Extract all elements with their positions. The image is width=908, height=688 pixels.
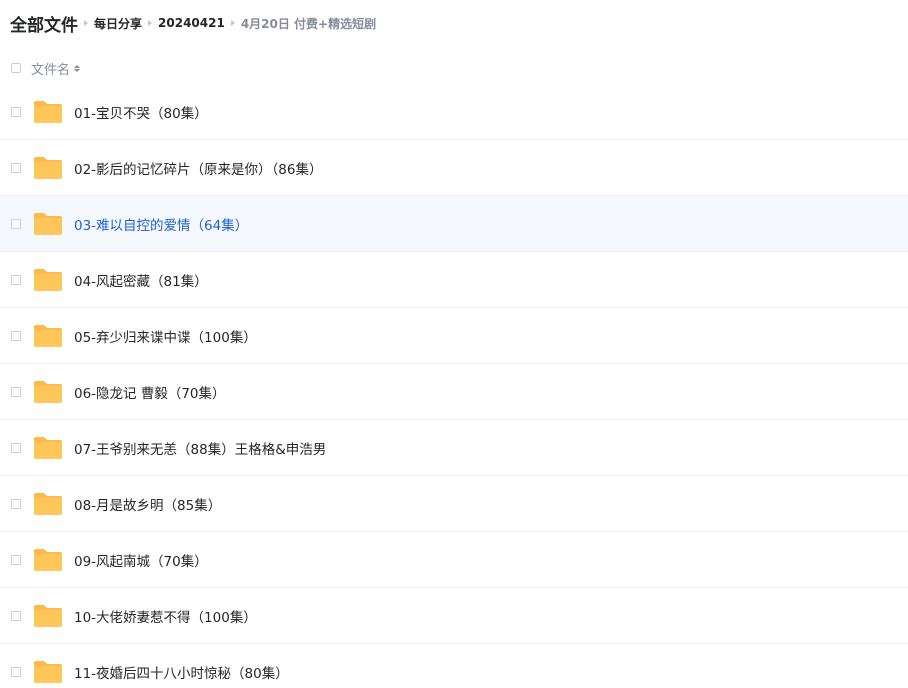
row-checkbox[interactable] [11, 330, 21, 341]
file-row[interactable]: 09-风起南城（70集） [0, 532, 908, 588]
select-all-checkbox[interactable] [11, 63, 21, 73]
row-checkbox[interactable] [11, 610, 21, 621]
file-name[interactable]: 08-月是故乡明（85集） [74, 494, 221, 514]
folder-icon [33, 379, 63, 405]
file-row[interactable]: 03-难以自控的爱情（64集） [0, 196, 908, 252]
folder-icon [33, 211, 63, 237]
row-checkbox[interactable] [11, 442, 21, 453]
chevron-right-icon [84, 20, 88, 26]
row-checkbox[interactable] [11, 218, 21, 229]
file-name[interactable]: 11-夜婚后四十八小时惊秘（80集） [74, 662, 289, 682]
file-name[interactable]: 04-风起密藏（81集） [74, 270, 208, 290]
file-name[interactable]: 05-弃少归来谍中谍（100集） [74, 326, 257, 346]
breadcrumb: 全部文件 每日分享 20240421 4月20日 付费+精选短剧 [10, 10, 376, 36]
file-name[interactable]: 07-王爷别来无恙（88集）王格格&申浩男 [74, 438, 326, 458]
file-row[interactable]: 05-弃少归来谍中谍（100集） [0, 308, 908, 364]
file-browser: 全部文件 每日分享 20240421 4月20日 付费+精选短剧 文件名 01-… [0, 0, 908, 688]
file-row[interactable]: 02-影后的记忆碎片（原来是你）（86集） [0, 140, 908, 196]
file-name[interactable]: 03-难以自控的爱情（64集） [74, 214, 248, 234]
column-header-filename[interactable]: 文件名 [31, 59, 70, 78]
file-row[interactable]: 11-夜婚后四十八小时惊秘（80集） [0, 644, 908, 688]
breadcrumb-current: 4月20日 付费+精选短剧 [240, 16, 377, 31]
file-row[interactable]: 07-王爷别来无恙（88集）王格格&申浩男 [0, 420, 908, 476]
row-checkbox[interactable] [11, 274, 21, 285]
file-name[interactable]: 01-宝贝不哭（80集） [74, 102, 208, 122]
folder-icon [33, 267, 63, 293]
file-name[interactable]: 10-大佬娇妻惹不得（100集） [74, 606, 257, 626]
breadcrumb-item[interactable]: 每日分享 [94, 15, 142, 32]
folder-icon [33, 547, 63, 573]
file-row[interactable]: 01-宝贝不哭（80集） [0, 84, 908, 140]
row-checkbox[interactable] [11, 666, 21, 677]
chevron-right-icon [230, 20, 235, 26]
row-checkbox[interactable] [11, 386, 21, 397]
folder-icon [33, 323, 63, 349]
breadcrumb-root[interactable]: 全部文件 [10, 11, 78, 36]
folder-icon [33, 659, 63, 685]
file-name[interactable]: 06-隐龙记 曹毅（70集） [74, 382, 226, 402]
file-list: 01-宝贝不哭（80集） 02-影后的记忆碎片（原来是你）（86集） 03-难以自控… [0, 84, 908, 688]
file-row[interactable]: 08-月是故乡明（85集） [0, 476, 908, 532]
row-checkbox[interactable] [11, 554, 21, 565]
chevron-right-icon [148, 20, 153, 26]
file-name[interactable]: 02-影后的记忆碎片（原来是你）（86集） [74, 158, 322, 178]
row-checkbox[interactable] [11, 106, 21, 117]
row-checkbox[interactable] [11, 498, 21, 509]
folder-icon [33, 491, 63, 517]
row-checkbox[interactable] [11, 162, 21, 173]
breadcrumb-item[interactable]: 20240421 [158, 16, 225, 30]
folder-icon [33, 155, 63, 181]
file-row[interactable]: 06-隐龙记 曹毅（70集） [0, 364, 908, 420]
sort-icon[interactable] [74, 64, 81, 72]
file-row[interactable]: 10-大佬娇妻惹不得（100集） [0, 588, 908, 644]
list-header: 文件名 [0, 56, 908, 80]
file-row[interactable]: 04-风起密藏（81集） [0, 252, 908, 308]
folder-icon [33, 435, 63, 461]
folder-icon [33, 99, 63, 125]
file-name[interactable]: 09-风起南城（70集） [74, 550, 208, 570]
folder-icon [33, 603, 63, 629]
